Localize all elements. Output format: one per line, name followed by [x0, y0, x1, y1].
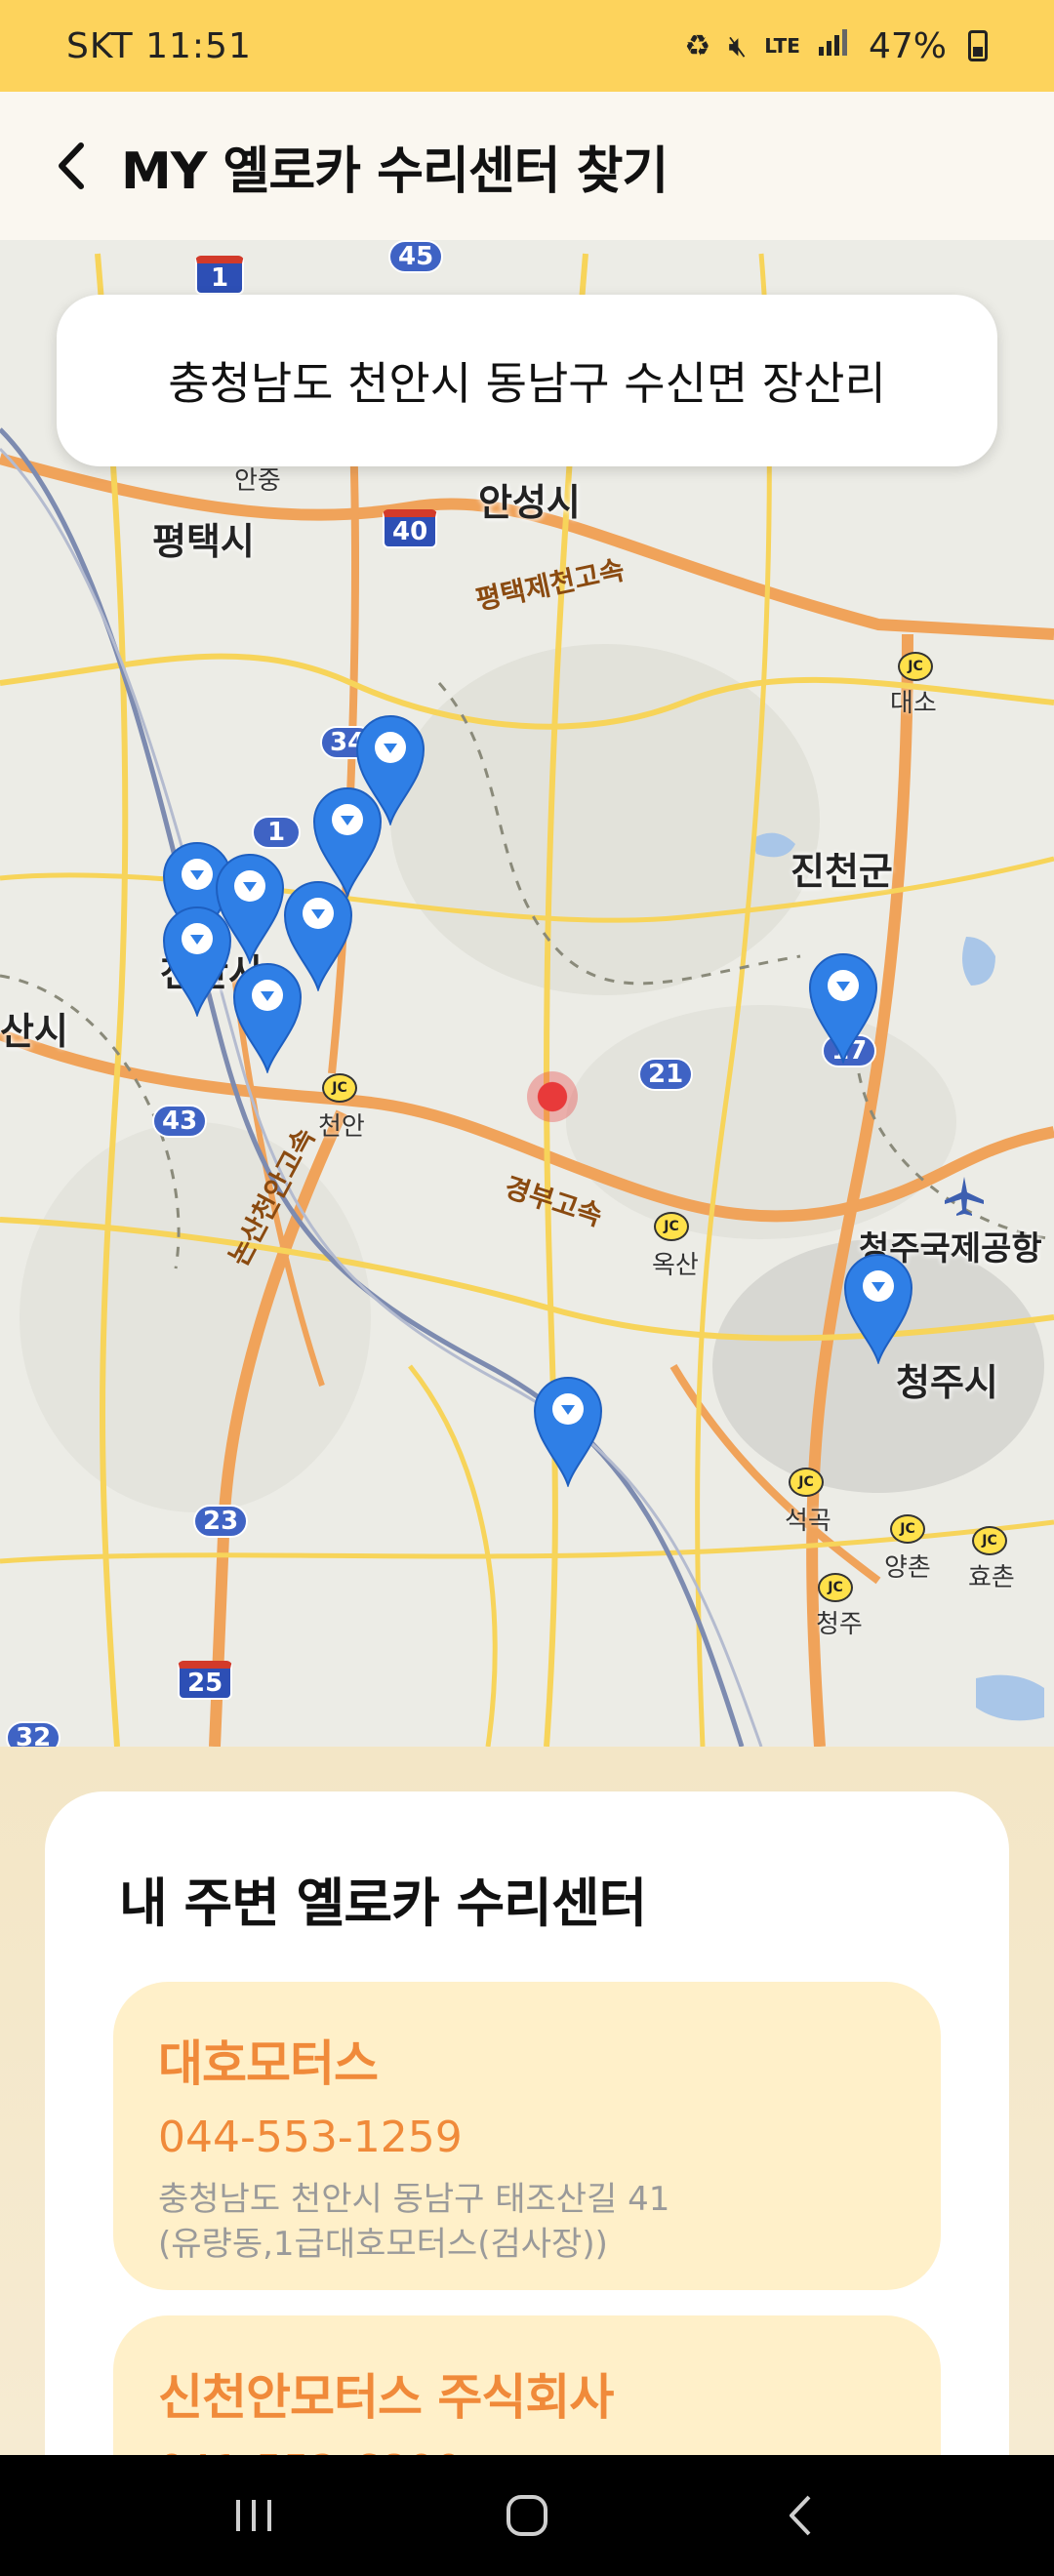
map-pin-icon — [843, 1254, 913, 1364]
status-bar: SKT 11:51 ♻ 🔇︎ LTE 47% — [0, 0, 1054, 92]
map-pin-icon — [162, 906, 232, 1017]
sheet-title: 내 주변 옐로카 수리센터 — [119, 1872, 647, 1934]
lte-icon: LTE — [764, 34, 800, 58]
repair-center-pin[interactable] — [806, 948, 880, 1064]
route-shield-23: 23 — [193, 1505, 249, 1538]
jc-marker: JC — [972, 1526, 1007, 1555]
map-label-anseong: 안성시 — [478, 481, 581, 524]
shop-name: 대호모터스 — [158, 2035, 379, 2092]
back-button[interactable] — [37, 132, 105, 200]
map-label-oksan: 옥산 — [652, 1251, 699, 1280]
route-shield-43: 43 — [152, 1105, 208, 1138]
map-label-yangchon: 양촌 — [884, 1553, 931, 1583]
route-shield-45: 45 — [388, 240, 444, 273]
map-pin-icon — [533, 1377, 603, 1487]
map-label-hyochon: 효촌 — [968, 1563, 1015, 1592]
shop-address-line2: (유량동,1급대호모터스(검사장)) — [158, 2224, 608, 2264]
route-shield-21: 21 — [638, 1058, 694, 1091]
map-label-jincheon: 진천군 — [790, 850, 893, 893]
airport-icon — [945, 1177, 984, 1216]
signal-icon — [818, 27, 851, 64]
repair-center-pin[interactable] — [230, 958, 304, 1073]
jc-marker: JC — [898, 652, 933, 681]
home-icon — [507, 2495, 547, 2536]
chevron-left-icon — [59, 142, 84, 189]
battery-text: 47% — [868, 25, 947, 66]
page-title: MY 옐로카 수리센터 찾기 — [121, 141, 669, 201]
back-arrow-icon — [790, 2495, 811, 2536]
status-icons: ♻ 🔇︎ LTE 47% — [684, 26, 988, 66]
shop-card[interactable]: 대호모터스 044-553-1259 충청남도 천안시 동남구 태조산길 41 … — [113, 1982, 941, 2290]
status-time: SKT 11:51 — [66, 25, 252, 66]
route-shield-40: 40 — [383, 509, 438, 548]
route-shield-25: 25 — [178, 1661, 233, 1700]
map-label-cheonan: 천안 — [318, 1112, 365, 1142]
map-pin-icon — [232, 963, 303, 1073]
back-nav-button[interactable] — [756, 2472, 844, 2559]
screen: SKT 11:51 ♻ 🔇︎ LTE 47% MY 옐로카 수리센터 찾기 안성… — [0, 0, 1054, 2576]
address-text: 충청남도 천안시 동남구 수신면 장산리 — [168, 357, 886, 410]
route-shield-1: 1 — [195, 256, 244, 295]
shop-name: 신천안모터스 주식회사 — [158, 2369, 614, 2426]
shop-phone[interactable]: 044-553-1259 — [158, 2113, 896, 2162]
jc-marker: JC — [789, 1468, 824, 1497]
repair-center-pin[interactable] — [841, 1249, 915, 1364]
shop-address-line1: 충청남도 천안시 동남구 태조산길 41 — [158, 2180, 670, 2219]
route-shield-1b: 1 — [252, 816, 301, 849]
recycle-icon: ♻ — [684, 28, 711, 63]
address-search-card[interactable]: 충청남도 천안시 동남구 수신면 장산리 — [57, 295, 997, 466]
home-button[interactable] — [483, 2472, 571, 2559]
route-shield-32: 32 — [6, 1721, 61, 1747]
recent-apps-icon — [236, 2500, 271, 2531]
map-label-seokgok: 석곡 — [785, 1507, 831, 1536]
repair-center-pin[interactable] — [160, 902, 234, 1017]
app-header: MY 옐로카 수리센터 찾기 — [0, 92, 1054, 240]
map-label-cheongju-jc: 청주 — [816, 1610, 863, 1639]
map-label-pyeongtaek: 평택시 — [152, 520, 255, 563]
map-label-asan: 산시 — [0, 1010, 68, 1053]
jc-marker: JC — [890, 1514, 925, 1544]
current-location-marker — [527, 1071, 578, 1122]
jc-marker: JC — [818, 1573, 853, 1602]
system-nav-bar — [0, 2455, 1054, 2576]
jc-marker: JC — [322, 1073, 357, 1103]
map-label-daeso: 대소 — [890, 689, 937, 718]
mute-icon: 🔇︎ — [728, 28, 748, 63]
battery-icon — [968, 30, 988, 61]
shop-address: 충청남도 천안시 동남구 태조산길 41 (유량동,1급대호모터스(검사장)) — [158, 2178, 896, 2268]
recent-apps-button[interactable] — [210, 2472, 298, 2559]
map-pin-icon — [808, 953, 878, 1064]
repair-center-pin[interactable] — [531, 1372, 605, 1487]
jc-marker: JC — [654, 1212, 689, 1241]
